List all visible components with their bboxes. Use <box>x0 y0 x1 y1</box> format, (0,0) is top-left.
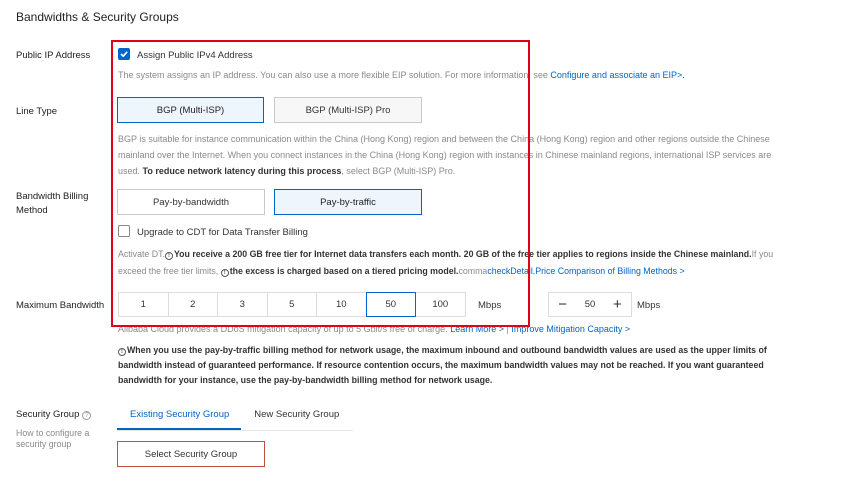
tab-new-security-group[interactable]: New Security Group <box>241 409 351 430</box>
pay-by-traffic-option[interactable]: Pay-by-traffic <box>274 189 422 215</box>
check-icon <box>120 51 128 58</box>
security-group-tabs: Existing Security Group New Security Gro… <box>117 409 353 431</box>
line-bgp-multi-isp[interactable]: BGP (Multi-ISP) <box>117 97 264 123</box>
tab-existing-security-group[interactable]: Existing Security Group <box>117 409 242 430</box>
assign-ipv4-label: Assign Public IPv4 Address <box>137 50 253 61</box>
billing-method-label: Bandwidth Billing Method <box>16 191 89 216</box>
line-type-desc: BGP is suitable for instance communicati… <box>118 134 772 176</box>
stepper-plus-button[interactable]: + <box>604 293 631 316</box>
public-ip-label: Public IP Address <box>16 50 91 61</box>
stepper-minus-button[interactable]: − <box>549 293 576 316</box>
line-bgp-multi-isp-pro[interactable]: BGP (Multi-ISP) Pro <box>274 97 422 123</box>
info-icon: ! <box>118 348 126 356</box>
bandwidth-option-2[interactable]: 2 <box>167 292 218 317</box>
section-title: Bandwidths & Security Groups <box>16 10 179 24</box>
bandwidth-unit: Mbps <box>478 300 502 311</box>
improve-mitigation-link[interactable]: Improve Mitigation Capacity > <box>511 324 630 334</box>
stepper-unit: Mbps <box>637 300 661 311</box>
bandwidth-option-50[interactable]: 50 <box>365 292 416 317</box>
price-comparison-link[interactable]: checkDetail.Price Comparison of Billing … <box>487 266 684 276</box>
info-icon: ! <box>164 252 173 260</box>
stepper-value[interactable]: 50 <box>576 293 603 316</box>
security-group-label: Security Group? <box>16 409 92 420</box>
cdt-label: Upgrade to CDT for Data Transfer Billing <box>137 227 308 238</box>
bandwidth-options: 1 2 3 5 10 50 100 <box>118 292 466 317</box>
cdt-checkbox[interactable] <box>118 225 130 237</box>
learn-more-link[interactable]: Learn More > <box>450 324 504 334</box>
ddos-note: Alibaba Cloud provides a DDoS mitigation… <box>118 324 631 334</box>
info-icon: ! <box>220 269 229 277</box>
assign-ipv4-checkbox[interactable] <box>118 48 130 60</box>
help-icon[interactable]: ? <box>82 411 92 420</box>
bandwidth-option-10[interactable]: 10 <box>316 292 367 317</box>
bandwidth-option-3[interactable]: 3 <box>217 292 268 317</box>
line-type-label: Line Type <box>16 106 58 117</box>
security-group-help-link[interactable]: How to configure a security group <box>16 428 89 450</box>
pay-by-bandwidth-option[interactable]: Pay-by-bandwidth <box>117 189 265 215</box>
highlight-box <box>111 40 530 327</box>
bandwidth-option-5[interactable]: 5 <box>266 292 317 317</box>
cdt-notes: Activate DT.! You receive a 200 GB free t… <box>118 249 774 277</box>
public-ip-desc: The system assigns an IP address. You ca… <box>118 70 685 80</box>
bandwidth-stepper: − 50 + <box>548 292 632 317</box>
max-bandwidth-label: Maximum Bandwidth <box>16 300 105 311</box>
configure-eip-link[interactable]: Configure and associate an EIP>. <box>550 70 684 80</box>
bandwidth-option-100[interactable]: 100 <box>415 292 466 317</box>
bandwidth-option-1[interactable]: 1 <box>118 292 169 317</box>
select-security-group-button[interactable]: Select Security Group <box>117 441 265 467</box>
tab-divider <box>117 430 353 431</box>
pay-by-traffic-warning: ! When you use the pay-by-traffic billing… <box>118 345 767 385</box>
